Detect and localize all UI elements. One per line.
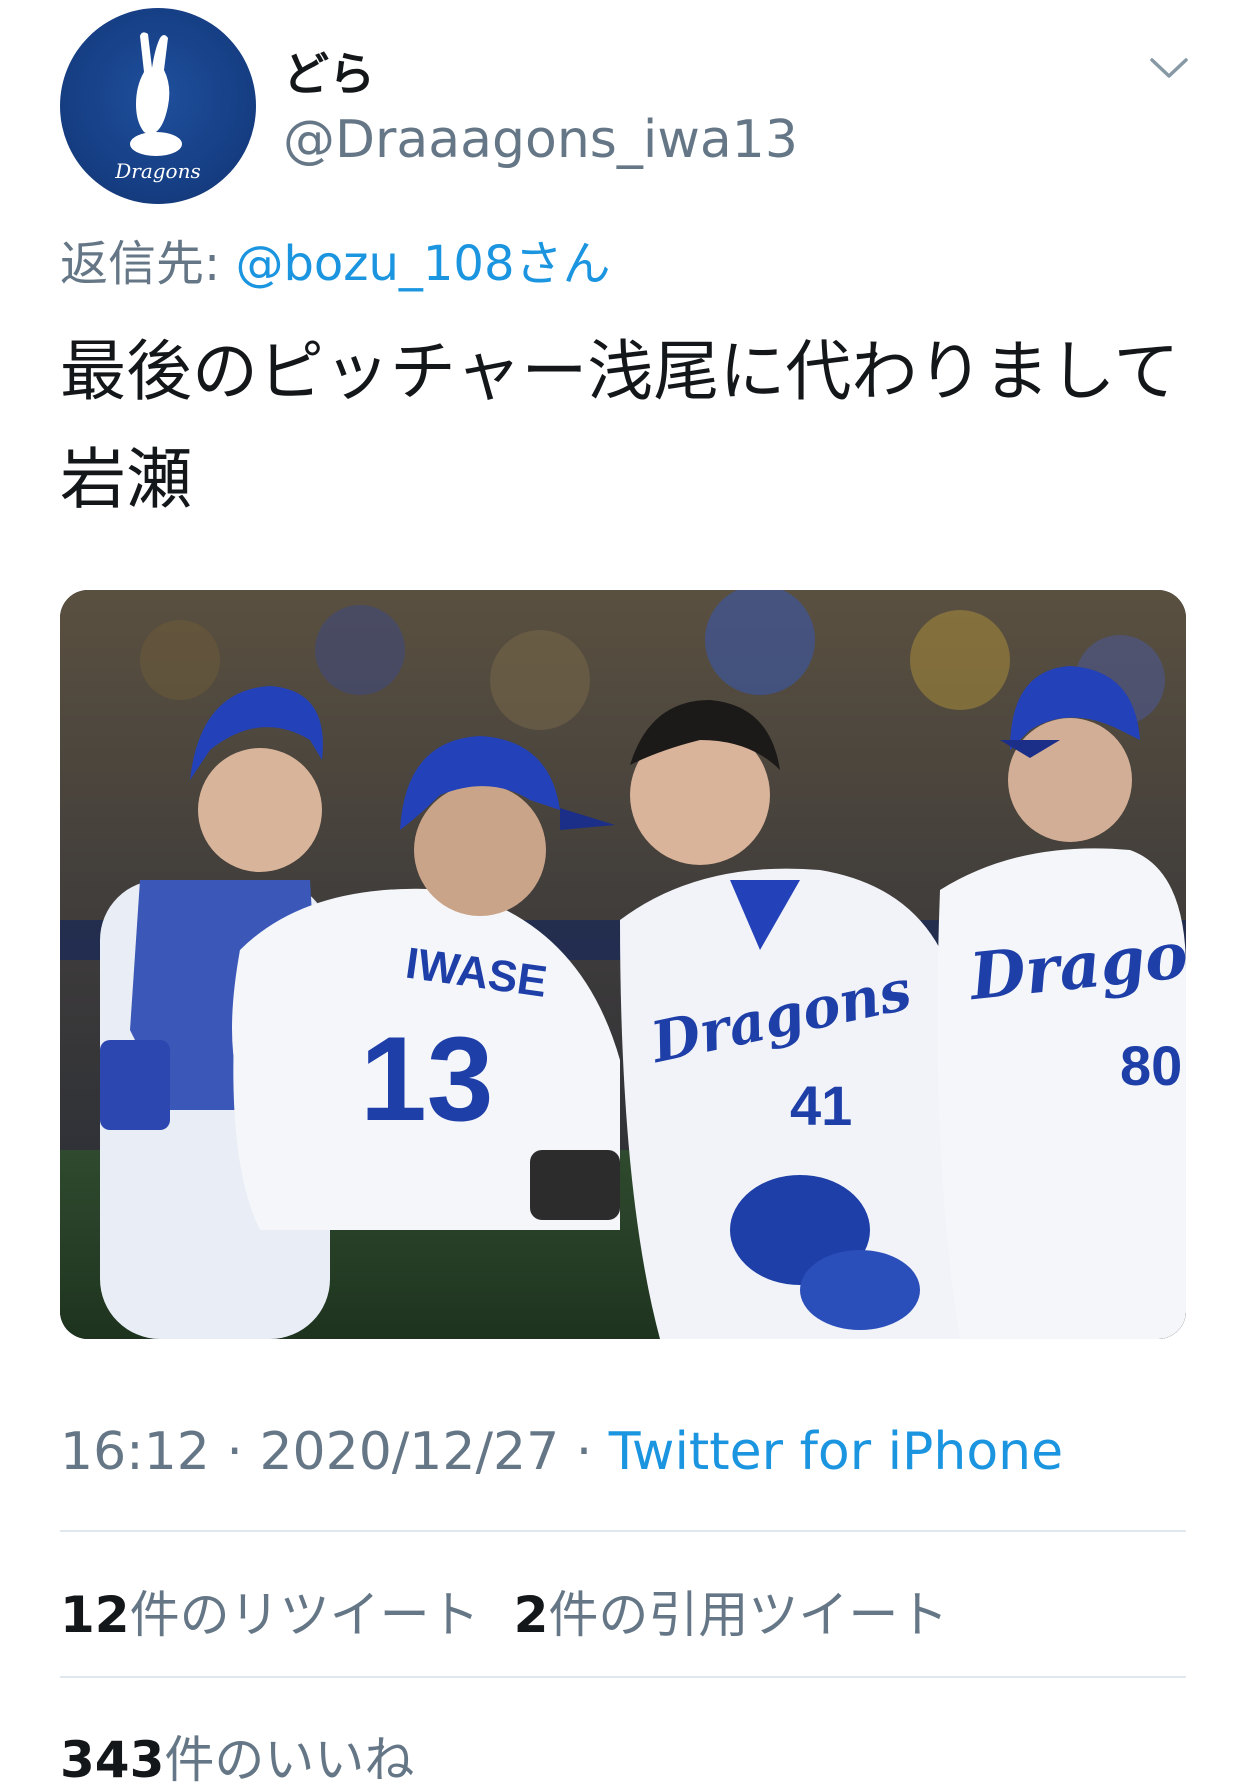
- engagement-stats: 12件のリツイート 2件の引用ツイート: [60, 1575, 948, 1647]
- retweets-count: 12: [60, 1586, 130, 1644]
- avatar-logo-text: Dragons: [114, 159, 201, 183]
- tweet-photo[interactable]: IWASE 13 Dragons 41 Dragons 80: [60, 590, 1186, 1339]
- retweets-label: 件のリツイート: [129, 1586, 480, 1644]
- tweet-text: 最後のピッチャー浅尾に代わりまして岩瀬: [60, 333, 1180, 518]
- meta-separator: ·: [559, 1422, 609, 1482]
- jersey-number-41: 41: [790, 1074, 852, 1137]
- user-avatar[interactable]: Dragons: [60, 8, 256, 204]
- tweet-source-link[interactable]: Twitter for iPhone: [609, 1422, 1063, 1482]
- reply-context: 返信先: @bozu_108さん: [60, 224, 611, 294]
- reply-mention-link[interactable]: @bozu_108さん: [235, 236, 610, 292]
- quotes-count: 2: [513, 1586, 549, 1644]
- likes-label: 件のいいね: [164, 1731, 415, 1785]
- jersey-number-80: 80: [1120, 1034, 1182, 1097]
- chevron-down-icon[interactable]: [1148, 52, 1190, 84]
- likes-count: 343: [60, 1731, 165, 1785]
- divider: [60, 1676, 1186, 1678]
- meta-separator: ·: [209, 1422, 260, 1482]
- quotes-label: 件の引用ツイート: [548, 1586, 949, 1644]
- retweets-stat[interactable]: 12件のリツイート: [60, 1586, 480, 1644]
- divider: [60, 1530, 1186, 1532]
- tweet-date[interactable]: 2020/12/27: [259, 1422, 559, 1482]
- photo-image: IWASE 13 Dragons 41 Dragons 80: [60, 590, 1186, 1339]
- quotes-stat[interactable]: 2件の引用ツイート: [514, 1586, 949, 1644]
- tweet-header: Dragons どら @Draaagons_iwa13: [60, 8, 1190, 208]
- user-handle[interactable]: @Draaagons_iwa13: [283, 110, 798, 170]
- reply-label: 返信先:: [60, 236, 236, 292]
- tweet-meta: 16:12 · 2020/12/27 · Twitter for iPhone: [60, 1422, 1063, 1482]
- jersey-number-13: 13: [360, 1012, 493, 1146]
- likes-stat[interactable]: 343件のいいね: [60, 1720, 414, 1785]
- avatar-logo-image: Dragons: [114, 32, 201, 183]
- display-name[interactable]: どら: [283, 38, 375, 104]
- tweet-time[interactable]: 16:12: [60, 1422, 210, 1482]
